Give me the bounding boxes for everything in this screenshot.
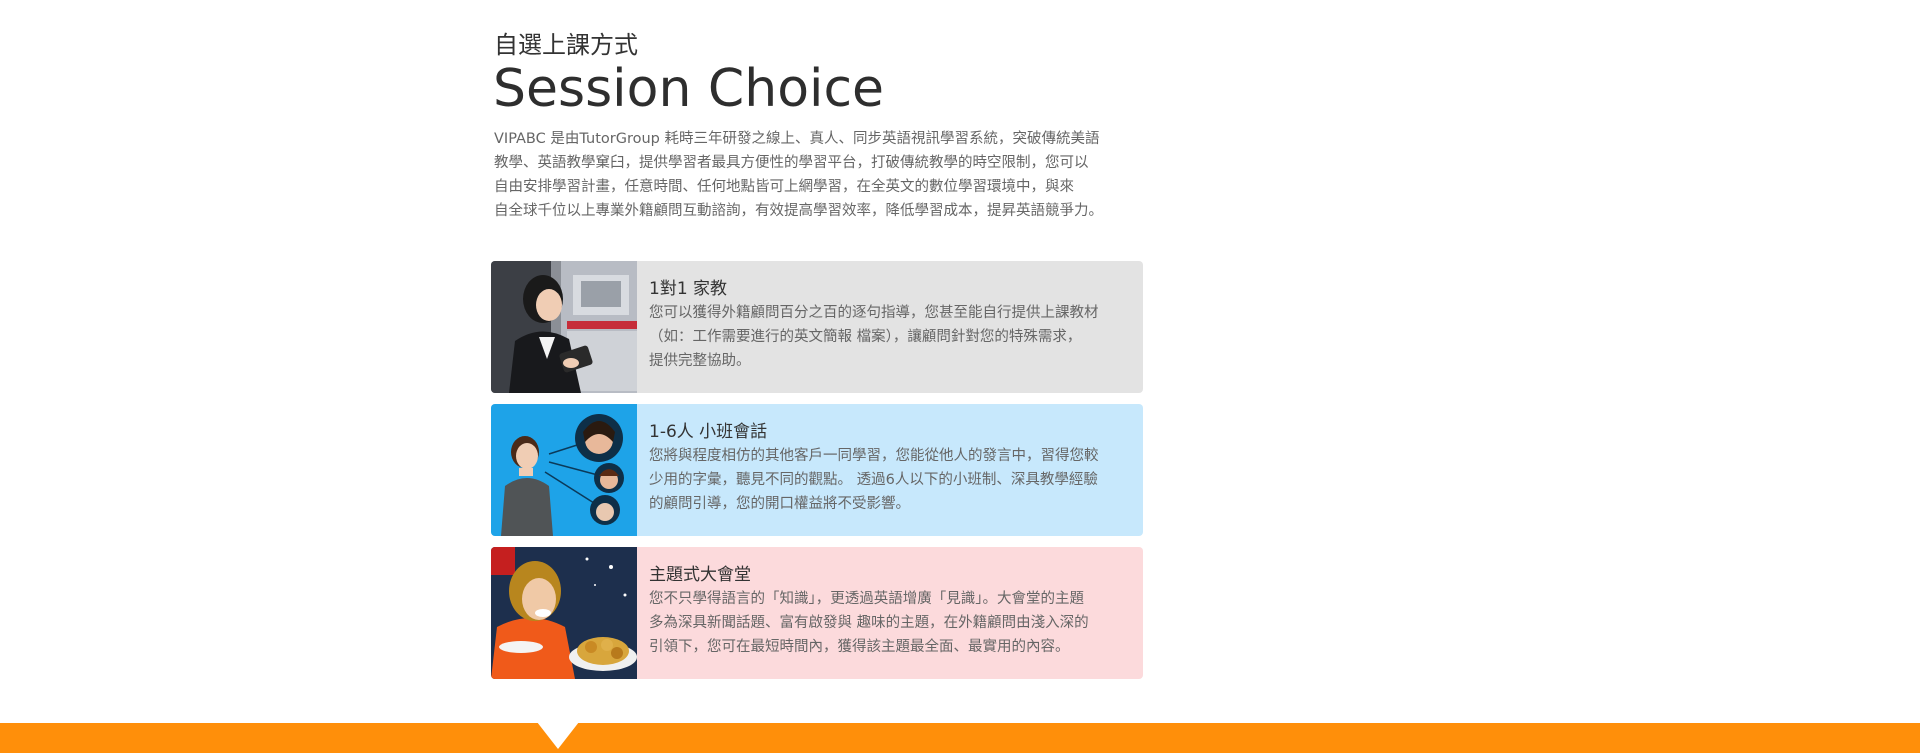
intro-line: VIPABC 是由TutorGroup 耗時三年研發之線上、真人、同步英語視訊學… [494,131,1100,147]
card-desc-line: 少用的字彙，聽見不同的觀點。 透過6人以下的小班制、深具教學經驗 [649,472,1098,488]
card-desc-line: （如：工作需要進行的英文簡報 檔案），讓顧問針對您的特殊需求， [649,329,1082,345]
card-title: 1對1 家教 [649,279,728,299]
intro-line: 自全球千位以上專業外籍顧問互動諮詢，有效提高學習效率，降低學習成本，提昇英語競爭… [494,203,1103,219]
section-subtitle: 自選上課方式 [494,31,638,59]
card-desc-line: 引領下，您可在最短時間內，獲得該主題最全面、最實用的內容。 [649,639,1070,655]
card-title: 1-6人 小班會話 [649,422,768,442]
card-desc-line: 的顧問引導，您的開口權益將不受影響。 [649,496,910,512]
card-description: 您將與程度相仿的其他客戶一同學習，您能從他人的發言中，習得您較 少用的字彙，聽見… [649,444,1129,516]
woman-with-tablet-photo [491,261,637,393]
intro-line: 教學、英語教學窠臼，提供學習者最具方便性的學習平台，打破傳統教學的時空限制，您可… [494,155,1089,171]
footer-orange-bar [0,723,1920,753]
card-description: 您可以獲得外籍顧問百分之百的逐句指導，您甚至能自行提供上課教材 （如：工作需要進… [649,301,1129,373]
card-title: 主題式大會堂 [649,565,751,585]
section-title: Session Choice [493,59,885,119]
session-card-one-on-one[interactable]: 1對1 家教 您可以獲得外籍顧問百分之百的逐句指導，您甚至能自行提供上課教材 （… [491,261,1143,393]
group-session-photo [491,404,637,536]
card-desc-line: 您不只學得語言的「知識」，更透過英語增廣「見識」。大會堂的主題 [649,591,1084,607]
section-intro: VIPABC 是由TutorGroup 耗時三年研發之線上、真人、同步英語視訊學… [494,127,1149,223]
card-desc-line: 多為深具新聞話題、富有啟發與 趣味的主題，在外籍顧問由淺入深的 [649,615,1089,631]
section-pointer-notch [537,722,579,749]
woman-eating-photo [491,547,637,679]
intro-line: 自由安排學習計畫，任意時間、任何地點皆可上網學習，在全英文的數位學習環境中，與來 [494,179,1074,195]
card-body: 1對1 家教 您可以獲得外籍顧問百分之百的逐句指導，您甚至能自行提供上課教材 （… [649,277,1129,373]
card-desc-line: 您可以獲得外籍顧問百分之百的逐句指導，您甚至能自行提供上課教材 [649,305,1099,321]
session-card-small-group[interactable]: 1-6人 小班會話 您將與程度相仿的其他客戶一同學習，您能從他人的發言中，習得您… [491,404,1143,536]
card-description: 您不只學得語言的「知識」，更透過英語增廣「見識」。大會堂的主題 多為深具新聞話題… [649,587,1129,659]
card-body: 1-6人 小班會話 您將與程度相仿的其他客戶一同學習，您能從他人的發言中，習得您… [649,420,1129,516]
card-desc-line: 提供完整協助。 [649,353,751,369]
card-body: 主題式大會堂 您不只學得語言的「知識」，更透過英語增廣「見識」。大會堂的主題 多… [649,563,1129,659]
card-desc-line: 您將與程度相仿的其他客戶一同學習，您能從他人的發言中，習得您較 [649,448,1099,464]
session-card-lobby[interactable]: 主題式大會堂 您不只學得語言的「知識」，更透過英語增廣「見識」。大會堂的主題 多… [491,547,1143,679]
